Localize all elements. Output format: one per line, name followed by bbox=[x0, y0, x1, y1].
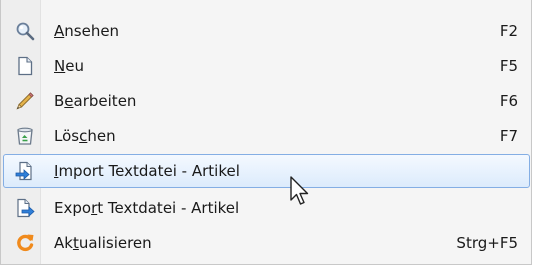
menu-item-aktualisieren[interactable]: Aktualisieren Strg+F5 bbox=[3, 226, 530, 260]
menu-item-shortcut: F5 bbox=[499, 57, 518, 75]
import-icon bbox=[15, 161, 35, 181]
menu-item-label: Ansehen bbox=[54, 22, 120, 40]
mouse-pointer-icon bbox=[290, 176, 312, 208]
menu-item-shortcut: F2 bbox=[499, 22, 518, 40]
menu-item-loeschen[interactable]: Löschen F7 bbox=[3, 119, 530, 153]
menu-item-shortcut: F6 bbox=[499, 92, 518, 110]
export-icon bbox=[15, 198, 35, 218]
menu-item-label: Bearbeiten bbox=[54, 92, 137, 110]
magnifier-icon bbox=[15, 21, 35, 41]
menu-item-export-textdatei[interactable]: Export Textdatei - Artikel bbox=[3, 191, 530, 225]
menu-item-label: Export Textdatei - Artikel bbox=[54, 199, 240, 217]
menu-item-shortcut: Strg+F5 bbox=[456, 234, 518, 252]
menu-item-label: Neu bbox=[54, 57, 84, 75]
menu-item-ansehen[interactable]: Ansehen F2 bbox=[3, 14, 530, 48]
menu-item-label: Aktualisieren bbox=[54, 234, 152, 252]
menu-item-bearbeiten[interactable]: Bearbeiten F6 bbox=[3, 84, 530, 118]
menu-item-import-textdatei[interactable]: Import Textdatei - Artikel bbox=[3, 154, 530, 188]
refresh-icon bbox=[15, 233, 35, 253]
menu-item-label: Löschen bbox=[54, 127, 116, 145]
menu-item-neu[interactable]: Neu F5 bbox=[3, 49, 530, 83]
new-document-icon bbox=[15, 56, 35, 76]
pencil-icon bbox=[15, 91, 35, 111]
menu-item-label: Import Textdatei - Artikel bbox=[54, 162, 240, 180]
recycle-bin-icon bbox=[15, 126, 35, 146]
context-menu: Ansehen F2 Neu F5 Bearbeiten F6 Löschen … bbox=[0, 0, 532, 265]
menu-item-shortcut: F7 bbox=[499, 127, 518, 145]
